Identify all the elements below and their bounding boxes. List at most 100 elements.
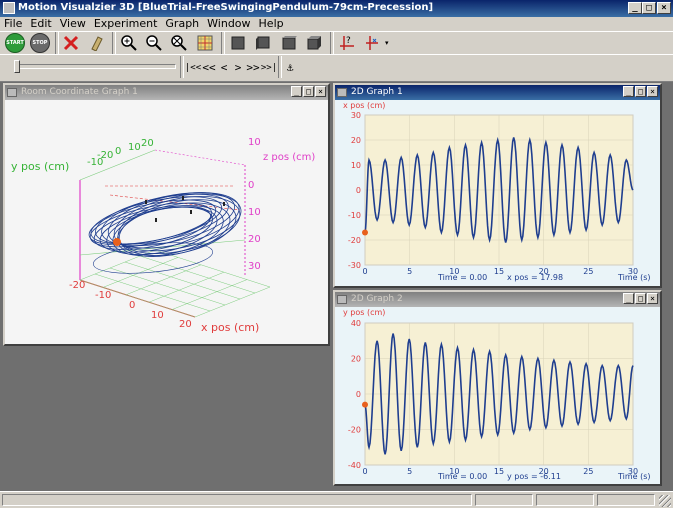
menu-help[interactable]: Help bbox=[255, 17, 288, 31]
room-z-tick: 30 bbox=[248, 261, 261, 272]
menu-graph[interactable]: Graph bbox=[161, 17, 203, 31]
room-graph-window: Room Coordinate Graph 1 _ □ × y pos (cm)… bbox=[3, 83, 330, 346]
y-tick-label: -20 bbox=[348, 426, 361, 435]
erase-button[interactable] bbox=[85, 32, 107, 54]
toolbar-separator bbox=[221, 32, 225, 54]
status-pane bbox=[536, 494, 594, 506]
time-slider[interactable] bbox=[14, 60, 176, 73]
time-slider-thumb[interactable] bbox=[14, 60, 20, 73]
graph2-canvas[interactable]: 40 20 0 -20 -40 0 5 10 15 20 25 30 y pos (cm) Time … bbox=[335, 307, 660, 484]
step-forward-button[interactable]: > bbox=[230, 60, 246, 76]
anchor-button[interactable]: ⚓ bbox=[282, 60, 298, 76]
menu-window[interactable]: Window bbox=[203, 17, 254, 31]
room-maximize-button[interactable]: □ bbox=[303, 86, 314, 97]
y-tick-label: -20 bbox=[348, 236, 361, 245]
graph2-xlabel: Time (s) bbox=[618, 472, 651, 481]
graph1-plot: 3020100-10-20-300 5 10 15 20 25 30 bbox=[348, 111, 638, 276]
graph2-readout-value: y pos = -6.11 bbox=[507, 472, 561, 481]
minimize-button[interactable]: _ bbox=[628, 2, 642, 14]
last-frame-button[interactable]: >>| bbox=[259, 60, 279, 76]
room-x-tick: 10 bbox=[151, 310, 164, 321]
close-button[interactable]: × bbox=[657, 2, 671, 14]
graph1-readout-value: x pos = 17.98 bbox=[507, 273, 564, 282]
y-tick-label: 40 bbox=[351, 319, 361, 328]
view-iso-button[interactable] bbox=[303, 32, 325, 54]
zoom-in-button[interactable] bbox=[118, 32, 140, 54]
axis-question-icon: ? bbox=[340, 36, 354, 50]
floor-grid-line bbox=[194, 286, 271, 318]
grid-icon bbox=[197, 35, 213, 51]
eraser-icon bbox=[91, 36, 103, 51]
start-label: START bbox=[6, 40, 24, 46]
zoom-fit-button[interactable] bbox=[168, 32, 190, 54]
grid-button[interactable] bbox=[194, 32, 216, 54]
axis-options-dropdown-icon[interactable]: ▾ bbox=[385, 39, 389, 47]
rewind-button[interactable]: << bbox=[201, 60, 217, 76]
cube-side-icon bbox=[256, 36, 270, 50]
graph2-plot: 40200-20-400 5 10 15 20 25 30 bbox=[348, 319, 638, 476]
graph1-minimize-button[interactable]: _ bbox=[623, 86, 634, 97]
graph1-close-button[interactable]: × bbox=[647, 86, 658, 97]
reference-point bbox=[182, 196, 184, 200]
graph2-maximize-button[interactable]: □ bbox=[635, 293, 646, 304]
y-tick-label: -30 bbox=[348, 261, 361, 270]
app-titlebar: Motion Visualzier 3D [BlueTrial-FreeSwin… bbox=[0, 0, 673, 17]
zoom-fit-icon bbox=[171, 35, 187, 51]
app-icon bbox=[3, 2, 15, 14]
graph2-minimize-button[interactable]: _ bbox=[623, 293, 634, 304]
menu-view[interactable]: View bbox=[56, 17, 90, 31]
floor-grid-line bbox=[148, 271, 225, 303]
status-bar bbox=[0, 491, 673, 508]
graph1-xlabel: Time (s) bbox=[618, 273, 651, 282]
y-tick-label: 20 bbox=[351, 136, 361, 145]
axis-options-button[interactable] bbox=[362, 32, 384, 54]
first-frame-button[interactable]: |<< bbox=[183, 60, 203, 76]
room-z-tick: 10 bbox=[248, 137, 261, 148]
axis-query-button[interactable]: ? bbox=[336, 32, 358, 54]
reference-point bbox=[223, 202, 225, 206]
room-graph-canvas[interactable]: y pos (cm) x pos (cm) z pos (cm) -20 -10… bbox=[5, 100, 328, 344]
axis-cross-icon bbox=[366, 36, 378, 50]
zoom-out-button[interactable] bbox=[143, 32, 165, 54]
y-tick-label: -10 bbox=[348, 211, 361, 220]
room-y-tick: -10 bbox=[87, 157, 104, 168]
reference-point bbox=[190, 210, 192, 214]
view-side-button[interactable] bbox=[252, 32, 274, 54]
room-z-tick: 20 bbox=[248, 234, 261, 245]
room-3d-plot bbox=[79, 149, 271, 318]
y-tick-label: -40 bbox=[348, 461, 361, 470]
window-icon bbox=[7, 88, 17, 97]
room-minimize-button[interactable]: _ bbox=[291, 86, 302, 97]
delete-button[interactable] bbox=[60, 32, 82, 54]
room-graph-title: Room Coordinate Graph 1 bbox=[21, 87, 138, 97]
graph2-window: 2D Graph 2 _ □ × 40 20 0 -20 -40 0 5 10 15 20 25 30… bbox=[333, 290, 662, 486]
menu-edit[interactable]: Edit bbox=[26, 17, 55, 31]
window-icon bbox=[337, 295, 347, 304]
room-close-button[interactable]: × bbox=[315, 86, 326, 97]
graph1-ylabel: x pos (cm) bbox=[343, 101, 386, 110]
graph1-title: 2D Graph 1 bbox=[351, 87, 403, 97]
room-y-tick: 10 bbox=[128, 142, 141, 153]
toolbar: START STOP ? ▾ bbox=[0, 31, 673, 56]
graph2-close-button[interactable]: × bbox=[647, 293, 658, 304]
graph1-canvas[interactable]: 30 20 10 0 -10 -20 -30 0 5 10 15 20 25 30 x pos (cm) … bbox=[335, 100, 660, 286]
graph2-ylabel: y pos (cm) bbox=[343, 308, 386, 317]
y-tick-label: 0 bbox=[356, 390, 361, 399]
maximize-button[interactable]: □ bbox=[642, 2, 656, 14]
menu-experiment[interactable]: Experiment bbox=[90, 17, 162, 31]
cube-iso-icon bbox=[307, 36, 321, 50]
stop-button[interactable]: STOP bbox=[29, 32, 51, 54]
x-tick-label: 5 bbox=[407, 467, 412, 476]
room-z-axis-label: z pos (cm) bbox=[263, 152, 316, 163]
graph2-titlebar: 2D Graph 2 _ □ × bbox=[335, 292, 660, 307]
view-front-button[interactable] bbox=[227, 32, 249, 54]
x-tick-label: 0 bbox=[362, 467, 367, 476]
floor-grid-line bbox=[171, 279, 248, 310]
menu-file[interactable]: File bbox=[0, 17, 26, 31]
resize-grip-icon[interactable] bbox=[659, 495, 671, 507]
graph1-titlebar: 2D Graph 1 _ □ × bbox=[335, 85, 660, 100]
start-button[interactable]: START bbox=[4, 32, 26, 54]
graph1-maximize-button[interactable]: □ bbox=[635, 86, 646, 97]
view-top-button[interactable] bbox=[278, 32, 300, 54]
room-y-tick: 20 bbox=[141, 138, 154, 149]
